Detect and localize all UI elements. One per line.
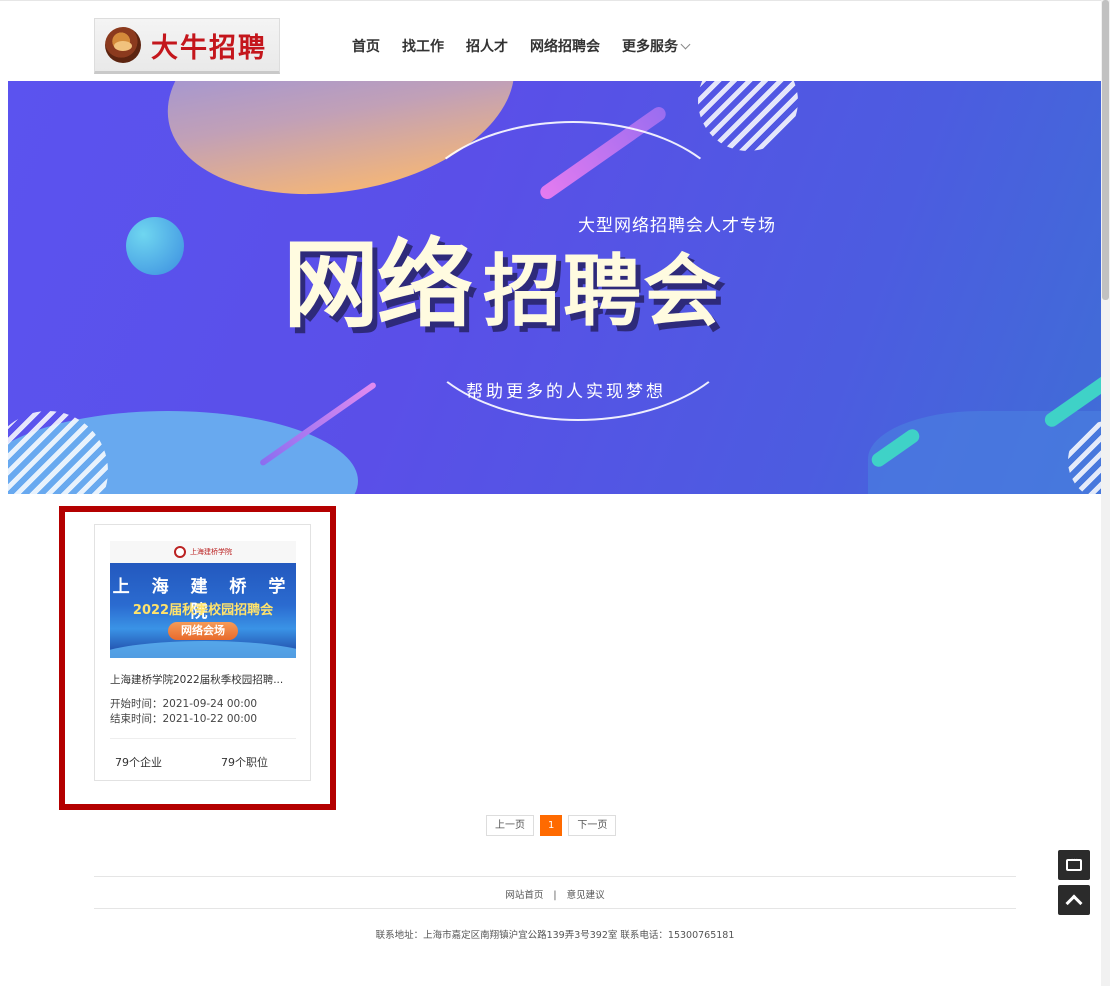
job-fair-end-time: 结束时间：2021-10-22 00:00 (110, 713, 258, 725)
nav-more-services[interactable]: 更多服务 (622, 36, 691, 56)
job-fair-title[interactable]: 上海建桥学院2022届秋季校园招聘... (110, 672, 296, 687)
footer-address: 联系地址：上海市嘉定区南翔镇沪宜公路139弄3号392室 联系电话：153007… (375, 930, 735, 941)
position-count: 79个职位 (221, 756, 268, 769)
job-fair-poster[interactable]: 上海建桥学院 上 海 建 桥 学 院 2022届秋季校园招聘会 网络会场 (110, 541, 296, 658)
footer-separator: | (553, 890, 557, 901)
chat-button[interactable] (1058, 850, 1090, 880)
site-logo[interactable]: 大牛招聘 (94, 18, 280, 74)
pagination: 上一页 1 下一页 (486, 815, 617, 836)
back-to-top-button[interactable] (1058, 885, 1090, 915)
poster-school-logo: 上海建桥学院 (190, 548, 232, 556)
banner-title: 网络 招聘会 (283, 207, 723, 346)
footer-divider (94, 876, 1016, 877)
banner-decor-dot (126, 217, 184, 275)
banner-title-second: 招聘会 (483, 247, 724, 337)
prev-page-button[interactable]: 上一页 (486, 815, 534, 836)
banner-decor-stripes (698, 81, 798, 151)
poster-tag: 网络会场 (168, 622, 238, 640)
footer-links: 网站首页 | 意见建议 (0, 887, 1110, 901)
company-count: 79个企业 (115, 756, 162, 769)
scrollbar-thumb[interactable] (1102, 0, 1109, 300)
school-seal-icon (174, 546, 186, 558)
banner-slogan: 帮助更多的人实现梦想 (466, 382, 666, 402)
job-fair-start-time: 开始时间：2021-09-24 00:00 (110, 698, 258, 710)
arrow-up-icon (1065, 894, 1083, 912)
poster-decor-wave (110, 641, 296, 658)
nav-more-services-label: 更多服务 (622, 39, 678, 55)
poster-event-name: 2022届秋季校园招聘会 (132, 603, 274, 618)
poster-header: 上海建桥学院 (110, 541, 296, 563)
banner-title-main: 网络 (283, 229, 473, 341)
card-divider (110, 738, 296, 739)
nav-home[interactable]: 首页 (352, 36, 380, 56)
next-page-button[interactable]: 下一页 (568, 815, 617, 836)
logo-text: 大牛招聘 (151, 32, 267, 64)
nav-online-job-fair[interactable]: 网络招聘会 (530, 36, 600, 56)
main-nav: 首页 找工作 招人才 网络招聘会 更多服务 (352, 36, 711, 56)
bull-logo-icon (105, 27, 141, 63)
page-1-button[interactable]: 1 (540, 815, 563, 836)
footer-link-home[interactable]: 网站首页 (505, 890, 543, 901)
job-fair-card[interactable]: 上海建桥学院 上 海 建 桥 学 院 2022届秋季校园招聘会 网络会场 上海建… (94, 524, 311, 781)
footer-divider (94, 908, 1016, 909)
nav-find-talent[interactable]: 招人才 (466, 36, 508, 56)
chevron-down-icon (680, 39, 691, 50)
hero-banner: 大型网络招聘会人才专场 网络 招聘会 帮助更多的人实现梦想 (8, 81, 1110, 494)
footer-link-feedback[interactable]: 意见建议 (567, 890, 605, 901)
chat-icon (1066, 854, 1082, 871)
nav-find-job[interactable]: 找工作 (402, 36, 444, 56)
site-header: 大牛招聘 首页 找工作 招人才 网络招聘会 更多服务 (0, 0, 1110, 80)
